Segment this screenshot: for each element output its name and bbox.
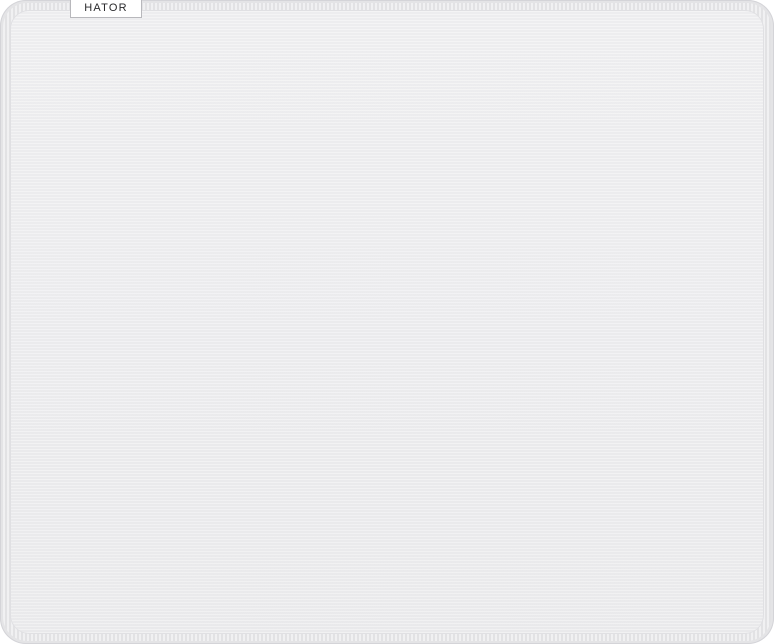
product-photo: HATOR	[0, 0, 774, 644]
mousepad: HATOR	[0, 0, 774, 644]
mousepad-surface	[11, 11, 763, 633]
brand-tag: HATOR	[70, 0, 142, 18]
brand-label: HATOR	[84, 2, 128, 14]
